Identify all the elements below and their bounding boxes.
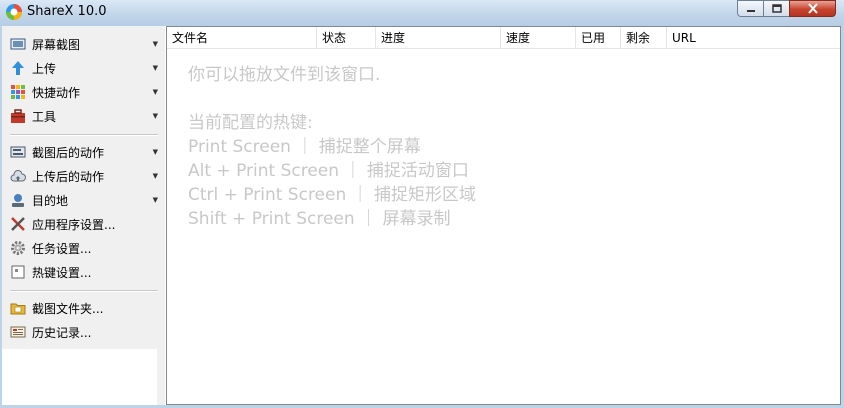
hotkeys-title: 当前配置的热键:: [188, 113, 313, 133]
sidebar-item-after-upload[interactable]: 上传后的动作 ▼: [10, 165, 158, 187]
column-header-url[interactable]: URL: [667, 27, 840, 48]
sidebar-item-label: 目的地: [32, 193, 69, 208]
keyboard-icon: [11, 265, 25, 279]
sidebar-item-label: 任务设置...: [32, 241, 92, 256]
title-bar: ShareX 10.0: [0, 0, 844, 26]
window-title: ShareX 10.0: [27, 4, 107, 19]
chevron-down-icon: ▼: [152, 196, 158, 204]
sidebar-item-screen-capture[interactable]: 屏幕截图 ▼: [10, 33, 158, 55]
minimize-button[interactable]: [737, 0, 764, 17]
hotkey-line: Shift + Print Screen ｜ 屏幕录制: [188, 209, 451, 229]
sidebar-divider: [10, 134, 158, 136]
destination-icon: [12, 194, 24, 207]
chevron-down-icon: ▼: [152, 64, 158, 72]
close-icon: [807, 3, 818, 14]
chevron-down-icon: ▼: [152, 40, 158, 48]
sidebar-item-label: 上传: [32, 61, 57, 76]
chevron-down-icon: ▼: [152, 112, 158, 120]
minimize-icon: [746, 9, 755, 12]
cloud-upload-icon: [10, 170, 26, 182]
column-header-speed[interactable]: 速度: [501, 27, 576, 48]
chevron-down-icon: ▼: [152, 88, 158, 96]
chevron-down-icon: ▼: [152, 172, 158, 180]
sidebar-item-app-settings[interactable]: 应用程序设置...: [10, 213, 158, 235]
sidebar-item-tools[interactable]: 工具 ▼: [10, 105, 158, 127]
history-icon: [10, 326, 26, 338]
sidebar-item-destinations[interactable]: 目的地 ▼: [10, 189, 158, 211]
gear-icon: [11, 241, 25, 255]
upload-list[interactable]: 文件名 状态 进度 速度 已用 剩余 URL 你可以拖放文件到该窗口. 当前配置…: [166, 26, 841, 405]
drop-hint-text: 你可以拖放文件到该窗口.: [188, 65, 381, 85]
column-header-status[interactable]: 状态: [317, 27, 376, 48]
maximize-icon: [771, 3, 782, 13]
sidebar-divider: [10, 290, 158, 292]
sidebar-item-quick-actions[interactable]: 快捷动作 ▼: [10, 81, 158, 103]
sidebar-item-label: 屏幕截图: [32, 37, 81, 52]
column-header-remaining[interactable]: 剩余: [621, 27, 667, 48]
sidebar-item-label: 截图后的动作: [32, 145, 105, 160]
toolbox-icon: [11, 109, 25, 123]
sidebar-blank-area: [2, 349, 157, 405]
sidebar-item-label: 工具: [32, 109, 57, 124]
folder-icon: [10, 303, 26, 315]
sidebar-item-history[interactable]: 历史记录...: [10, 321, 158, 343]
sidebar: 屏幕截图 ▼ 上传 ▼ 快捷动作 ▼ 工具 ▼ 截图后的动作 ▼ 上传后的动作 …: [2, 26, 165, 405]
sidebar-item-upload[interactable]: 上传 ▼: [10, 57, 158, 79]
after-capture-icon: [10, 146, 26, 158]
sidebar-item-label: 应用程序设置...: [32, 217, 116, 232]
main-window-client: 屏幕截图 ▼ 上传 ▼ 快捷动作 ▼ 工具 ▼ 截图后的动作 ▼ 上传后的动作 …: [2, 26, 841, 405]
tools-wrench-icon: [11, 217, 25, 231]
sidebar-item-label: 快捷动作: [32, 85, 81, 100]
column-header-progress[interactable]: 进度: [376, 27, 501, 48]
sidebar-item-after-capture[interactable]: 截图后的动作 ▼: [10, 141, 158, 163]
hotkey-line: Print Screen ｜ 捕捉整个屏幕: [188, 137, 421, 157]
drop-hint: 你可以拖放文件到该窗口. 当前配置的热键: Print Screen ｜ 捕捉整…: [188, 63, 476, 231]
close-button[interactable]: [789, 0, 836, 17]
list-header: 文件名 状态 进度 速度 已用 剩余 URL: [167, 27, 840, 49]
column-header-filename[interactable]: 文件名: [167, 27, 317, 48]
sidebar-item-task-settings[interactable]: 任务设置...: [10, 237, 158, 259]
sidebar-item-hotkey-settings[interactable]: 热键设置...: [10, 261, 158, 283]
chevron-down-icon: ▼: [152, 148, 158, 156]
column-header-elapsed[interactable]: 已用: [576, 27, 621, 48]
sidebar-item-label: 上传后的动作: [32, 169, 105, 184]
hotkey-line: Alt + Print Screen ｜ 捕捉活动窗口: [188, 161, 469, 181]
screen-capture-icon: [10, 38, 26, 50]
sharex-logo-icon: [6, 4, 22, 20]
sidebar-item-label: 历史记录...: [32, 325, 92, 340]
hotkey-line: Ctrl + Print Screen ｜ 捕捉矩形区域: [188, 185, 477, 205]
upload-arrow-icon: [12, 61, 24, 75]
sidebar-item-label: 热键设置...: [32, 265, 92, 280]
sidebar-item-screenshots-folder[interactable]: 截图文件夹...: [10, 297, 158, 319]
grid-icon: [11, 85, 25, 99]
sidebar-item-label: 截图文件夹...: [32, 301, 104, 316]
maximize-button[interactable]: [763, 0, 790, 17]
